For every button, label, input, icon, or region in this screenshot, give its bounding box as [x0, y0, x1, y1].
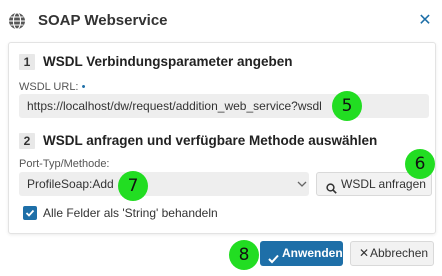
close-icon: ✕: [359, 246, 370, 260]
section-title-connection: WSDL Verbindungsparameter angeben: [43, 54, 293, 69]
method-select-value: ProfileSoap:Add: [27, 177, 114, 191]
annotation-marker-5: 5: [332, 91, 362, 121]
settings-card: 1 WSDL Verbindungsparameter angeben WSDL…: [8, 42, 436, 234]
required-marker: •: [81, 81, 86, 93]
wsdl-url-input[interactable]: https://localhost/dw/request/addition_we…: [19, 94, 429, 118]
annotation-marker-6: 6: [405, 149, 435, 179]
string-fields-label: Alle Felder als 'String' behandeln: [43, 206, 218, 220]
method-select[interactable]: ProfileSoap:Add: [19, 172, 309, 196]
string-fields-checkbox[interactable]: [23, 206, 37, 220]
chevron-down-icon: [295, 172, 309, 196]
search-icon: [326, 179, 337, 194]
section-title-method: WSDL anfragen und verfügbare Methode aus…: [43, 133, 378, 148]
globe-icon: [8, 12, 26, 30]
annotation-marker-8: 8: [229, 240, 259, 270]
wsdl-url-label: WSDL URL: •: [19, 81, 86, 93]
method-label: Port-Typ/Methode:: [19, 158, 110, 170]
apply-button[interactable]: Anwenden: [260, 241, 343, 266]
cancel-button[interactable]: ✕ Abbrechen: [350, 241, 434, 266]
dialog-title: SOAP Webservice: [38, 12, 168, 29]
close-icon[interactable]: ✕: [416, 12, 434, 30]
soap-webservice-dialog: SOAP Webservice ✕ 1 WSDL Verbindungspara…: [0, 0, 442, 276]
apply-label: Anwenden: [282, 246, 343, 260]
cancel-label: Abbrechen: [370, 246, 429, 260]
section-number-1: 1: [19, 54, 35, 70]
check-icon: [268, 248, 279, 273]
annotation-marker-7: 7: [118, 171, 148, 201]
section-number-2: 2: [19, 133, 35, 149]
